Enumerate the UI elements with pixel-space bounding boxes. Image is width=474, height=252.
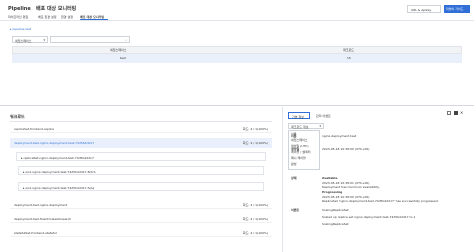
dropdown-option[interactable]: 네임스페이스 xyxy=(291,138,308,142)
page-title: 배포 대상 모니터링 xyxy=(36,6,77,12)
header-title: Pipeline xyxy=(8,6,31,12)
detail-value: ScalingReplicaSet xyxy=(322,222,349,226)
chevron-down-icon: ▾ xyxy=(319,124,321,128)
workload-status: 화드: 4 / 1(100%) xyxy=(242,140,268,145)
workload-row[interactable]: statefulSet-frontend-stateful 화드: 4 / 1(1… xyxy=(10,228,272,237)
table-cell-workload: 15 xyxy=(347,56,351,60)
workload-panel-title: 워크로드 xyxy=(10,114,25,119)
table-header xyxy=(12,46,462,54)
search-icon: ⌕ xyxy=(125,38,127,42)
table-cell-namespace: test xyxy=(120,56,126,60)
detail-label: 상태 xyxy=(291,176,297,180)
workload-row[interactable]: deployment-test-nginx-deployment-test-74… xyxy=(10,138,272,148)
chevron-down-icon: ▾ xyxy=(43,38,45,42)
maximize-icon[interactable] xyxy=(454,111,458,115)
workload-row[interactable]: ▸ replicaSet-nginx-deployment-test-74d5b… xyxy=(16,152,266,161)
pipeline-link-label: pipeline-test xyxy=(12,27,32,31)
workload-name: ▸ pod-nginx-deployment-test-74d5b4dd17-f… xyxy=(23,185,95,190)
close-icon[interactable]: ✕ xyxy=(460,110,463,115)
workload-name: statefulSet-frontend-stateful xyxy=(14,230,57,235)
workload-name: deployment-test-fluentd-elasticsearch xyxy=(14,216,72,221)
detail-label: 생성일 xyxy=(291,147,300,151)
workload-row[interactable]: deployment-test-fluentd-elasticsearch 화드:… xyxy=(10,214,272,223)
detail-value: Scaled up replica set nginx-deployment-t… xyxy=(322,215,416,219)
detail-label: 이름 xyxy=(291,134,297,138)
tab-basic-info[interactable]: 기본 정보 xyxy=(288,112,310,119)
filter-select-value: 네임스페이스 xyxy=(15,38,32,43)
tab-basic-info-label: 기본 정보 xyxy=(292,114,304,119)
workload-status: 화드: 4 / 1(100%) xyxy=(242,126,268,131)
workload-row[interactable]: deployment-test-nginx-deployment 화드: 4 / … xyxy=(10,200,272,209)
detail-value: nginx-deployment-test xyxy=(322,134,357,138)
panel-divider xyxy=(0,105,474,106)
tab-env-settings[interactable]: 환경 설정 xyxy=(61,15,73,19)
url-apikey-label: URL & Apikey xyxy=(411,8,432,12)
search-input[interactable]: ⌕ xyxy=(50,36,130,43)
pipeline-link[interactable]: ▸ pipeline-test xyxy=(10,27,31,31)
filter-select[interactable]: 네임스페이스 ▾ xyxy=(12,36,48,43)
detail-value: Deployment has minimum availability. xyxy=(322,185,380,189)
detail-value: 2023-05-18 10:38:00 (UTC+00) xyxy=(322,147,370,151)
detail-value: Progressing xyxy=(322,190,343,194)
detail-divider xyxy=(282,107,283,252)
detail-label: 이벤트 xyxy=(291,208,300,212)
detail-value: Available xyxy=(322,176,338,180)
workload-status: 화드: 4 / 1(100%) xyxy=(242,230,268,235)
tab-pipeline-edit[interactable]: 파이프라인 편집 xyxy=(8,15,28,19)
workload-status: 화드: 4 / 1(100%) xyxy=(242,216,268,221)
workload-name: deployment-test-nginx-deployment xyxy=(14,202,68,207)
workload-row[interactable]: ▸ pod-nginx-deployment-test-74d5b4dd17-f… xyxy=(18,182,264,191)
table-header-workload: 워크로드 xyxy=(343,47,355,52)
dropdown-option[interactable]: 활성 xyxy=(291,162,297,166)
detail-value: ReplicaSet 'nginx-deployment-test-74d5b4… xyxy=(322,199,439,203)
workload-name: deployment-test-nginx-deployment-test-74… xyxy=(14,140,95,145)
workload-name: ▸ pod-nginx-deployment-test-74d5b4dd17-8… xyxy=(23,169,96,174)
tab-events[interactable]: 관리 이벤트 xyxy=(316,114,331,118)
info-dropdown[interactable]: 워크로드 정보 ▾ xyxy=(288,123,324,129)
table-row[interactable] xyxy=(12,54,462,63)
workload-title-divider xyxy=(10,121,272,122)
guide-label: 마블어 가이드 xyxy=(446,7,464,11)
url-apikey-button[interactable]: URL & Apikey xyxy=(407,5,441,13)
table-header-namespace: 네임스페이스 xyxy=(110,47,127,52)
dropdown-option[interactable]: 매니 레이블 xyxy=(291,156,306,160)
guide-button[interactable]: 마블어 가이드 xyxy=(444,5,470,13)
workload-name: ▸ replicaSet-nginx-deployment-test-74d5b… xyxy=(21,155,94,160)
workload-row[interactable]: replicaSet-frontend-replica 화드: 4 / 1(100… xyxy=(10,124,272,133)
tab-deploy-env[interactable]: 배포 환경 설정 xyxy=(38,15,56,19)
workload-name: replicaSet-frontend-replica xyxy=(14,126,55,131)
detail-value: ScalingReplicaSet xyxy=(322,208,349,212)
breadcrumb-separator: › xyxy=(29,6,31,12)
workload-status: 화드: 4 / 1(100%) xyxy=(242,202,268,207)
minimize-icon[interactable] xyxy=(447,111,451,115)
info-dropdown-value: 워크로드 정보 xyxy=(291,125,309,129)
tab-divider xyxy=(0,20,474,21)
active-tab-indicator xyxy=(80,19,108,20)
workload-row[interactable]: ▸ pod-nginx-deployment-test-74d5b4dd17-8… xyxy=(18,166,264,175)
